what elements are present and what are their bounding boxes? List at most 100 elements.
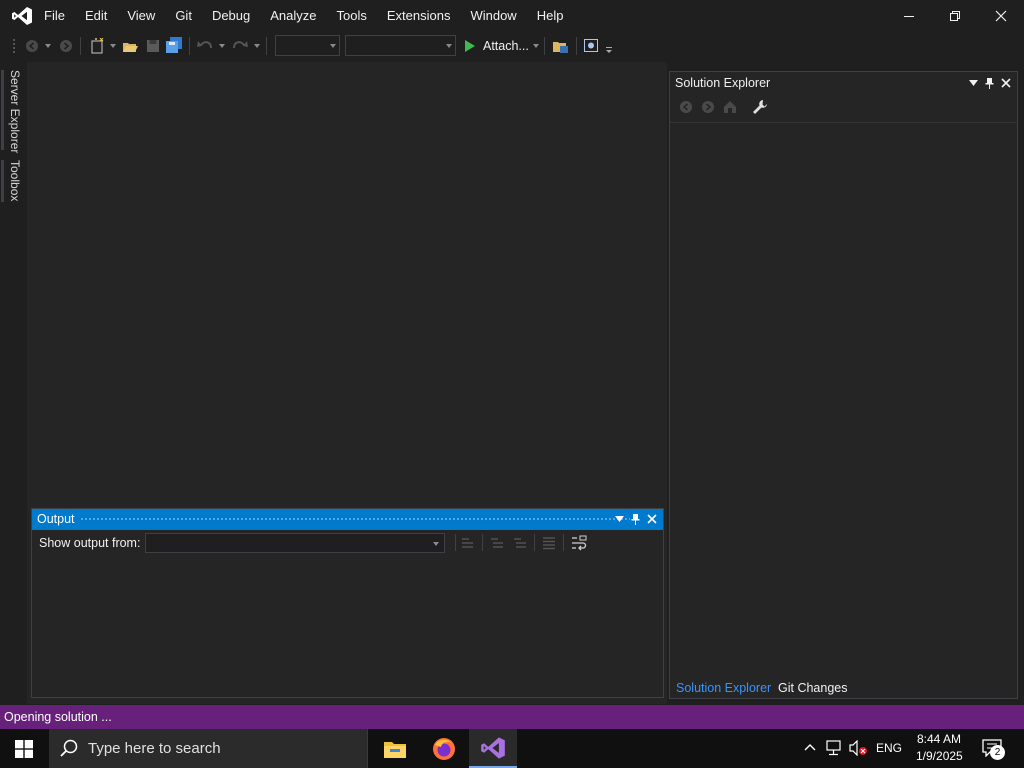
chevron-down-icon (330, 44, 336, 48)
file-explorer-taskbar-button[interactable] (371, 729, 419, 768)
restore-button[interactable] (932, 0, 978, 32)
chevron-down-icon (433, 542, 439, 546)
menu-extensions[interactable]: Extensions (377, 0, 461, 32)
window-position-dropdown-icon[interactable] (969, 80, 978, 86)
browse-folder-icon[interactable] (552, 38, 569, 54)
close-icon[interactable] (1001, 78, 1011, 88)
solution-explorer-toolbar (670, 94, 1017, 122)
input-language-indicator[interactable]: ENG (876, 741, 902, 755)
solution-tree[interactable] (670, 122, 1017, 678)
firefox-icon (433, 737, 455, 760)
notification-center-button[interactable]: 2 (982, 739, 1006, 760)
undo-caret-icon[interactable] (219, 44, 225, 48)
chevron-down-icon (446, 44, 452, 48)
clock-time[interactable]: 8:44 AM (917, 732, 961, 746)
toolbar-separator (544, 37, 545, 55)
network-icon[interactable] (826, 740, 844, 756)
menu-view[interactable]: View (117, 0, 165, 32)
search-icon (60, 739, 78, 757)
close-icon (995, 10, 1007, 22)
attach-caret-icon[interactable] (533, 44, 539, 48)
home-icon[interactable] (723, 100, 737, 114)
solution-explorer-panel: Solution Explorer Solution Explorer Git … (669, 71, 1018, 699)
toolbar-options-icon[interactable] (605, 46, 613, 54)
attach-button[interactable]: Attach... (464, 37, 529, 55)
live-share-icon[interactable] (584, 38, 599, 53)
close-window-button[interactable] (978, 0, 1024, 32)
file-explorer-icon (384, 741, 406, 758)
menu-help[interactable]: Help (527, 0, 574, 32)
back-dropdown-caret-icon[interactable] (45, 44, 51, 48)
menu-bar: File Edit View Git Debug Analyze Tools E… (34, 0, 573, 32)
forward-icon[interactable] (701, 100, 715, 114)
clear-all-icon[interactable] (542, 536, 556, 550)
toolbar-separator (563, 534, 564, 551)
notification-count-badge: 2 (990, 745, 1005, 760)
visual-studio-logo-icon[interactable] (11, 6, 33, 26)
pin-icon[interactable] (985, 77, 994, 89)
output-panel: Output Show output from: (31, 508, 664, 698)
play-icon (465, 40, 475, 52)
toolbar-separator (80, 37, 81, 55)
menu-analyze[interactable]: Analyze (260, 0, 326, 32)
back-icon[interactable] (679, 100, 693, 114)
left-tool-strip: Server Explorer Toolbox (0, 62, 27, 704)
previous-message-icon[interactable] (490, 536, 504, 550)
menu-window[interactable]: Window (460, 0, 526, 32)
toolbar-separator (455, 534, 456, 551)
redo-caret-icon[interactable] (254, 44, 260, 48)
menu-tools[interactable]: Tools (327, 0, 377, 32)
new-project-icon[interactable] (89, 38, 105, 54)
find-message-in-code-icon[interactable] (461, 536, 475, 550)
toolbar-grip-icon[interactable] (12, 38, 16, 54)
tab-toolbox[interactable]: Toolbox (8, 160, 22, 201)
toolbar-separator (266, 37, 267, 55)
window-position-dropdown-icon[interactable] (615, 516, 624, 522)
title-bar: File Edit View Git Debug Analyze Tools E… (0, 0, 1024, 32)
new-project-caret-icon[interactable] (110, 44, 116, 48)
taskbar-search-box[interactable]: Type here to search (49, 729, 368, 768)
redo-icon[interactable] (232, 39, 248, 53)
toolbar-separator (534, 534, 535, 551)
start-button[interactable] (0, 729, 48, 768)
toggle-word-wrap-icon[interactable] (571, 535, 587, 551)
show-hidden-icons-chevron-up-icon[interactable] (804, 743, 816, 751)
output-toolbar: Show output from: (32, 531, 663, 555)
properties-wrench-icon[interactable] (752, 99, 768, 115)
menu-git[interactable]: Git (165, 0, 202, 32)
save-icon[interactable] (146, 39, 160, 53)
close-icon[interactable] (647, 514, 657, 524)
navigate-forward-icon[interactable] (59, 39, 73, 53)
volume-muted-icon[interactable] (849, 740, 869, 756)
undo-icon[interactable] (197, 39, 213, 53)
firefox-taskbar-button[interactable] (420, 729, 468, 768)
output-title: Output (37, 512, 75, 526)
menu-edit[interactable]: Edit (75, 0, 117, 32)
output-source-select[interactable] (145, 533, 445, 553)
toolbar-separator (189, 37, 190, 55)
attach-label: Attach... (483, 39, 529, 53)
pin-icon[interactable] (631, 513, 640, 525)
next-message-icon[interactable] (513, 536, 527, 550)
save-all-icon[interactable] (166, 37, 183, 54)
navigate-back-icon[interactable] (25, 39, 39, 53)
clock-date[interactable]: 1/9/2025 (916, 749, 963, 763)
windows-logo-icon (15, 739, 33, 758)
minimize-button[interactable] (886, 0, 932, 32)
open-folder-icon[interactable] (122, 38, 138, 54)
visual-studio-taskbar-button[interactable] (469, 729, 517, 768)
tab-git-changes[interactable]: Git Changes (778, 681, 847, 695)
tab-server-explorer[interactable]: Server Explorer (8, 70, 22, 153)
search-placeholder: Type here to search (88, 740, 221, 757)
menu-file[interactable]: File (34, 0, 75, 32)
status-bar: Opening solution ... (0, 705, 1024, 729)
solution-configuration-combo[interactable] (275, 35, 340, 56)
solution-platform-combo[interactable] (345, 35, 456, 56)
minimize-icon (904, 16, 914, 17)
menu-debug[interactable]: Debug (202, 0, 260, 32)
restore-icon (950, 11, 960, 21)
output-title-bar[interactable]: Output (32, 509, 663, 530)
visual-studio-icon (481, 736, 505, 759)
tab-solution-explorer[interactable]: Solution Explorer (676, 681, 771, 695)
show-output-from-label: Show output from: (39, 536, 141, 550)
